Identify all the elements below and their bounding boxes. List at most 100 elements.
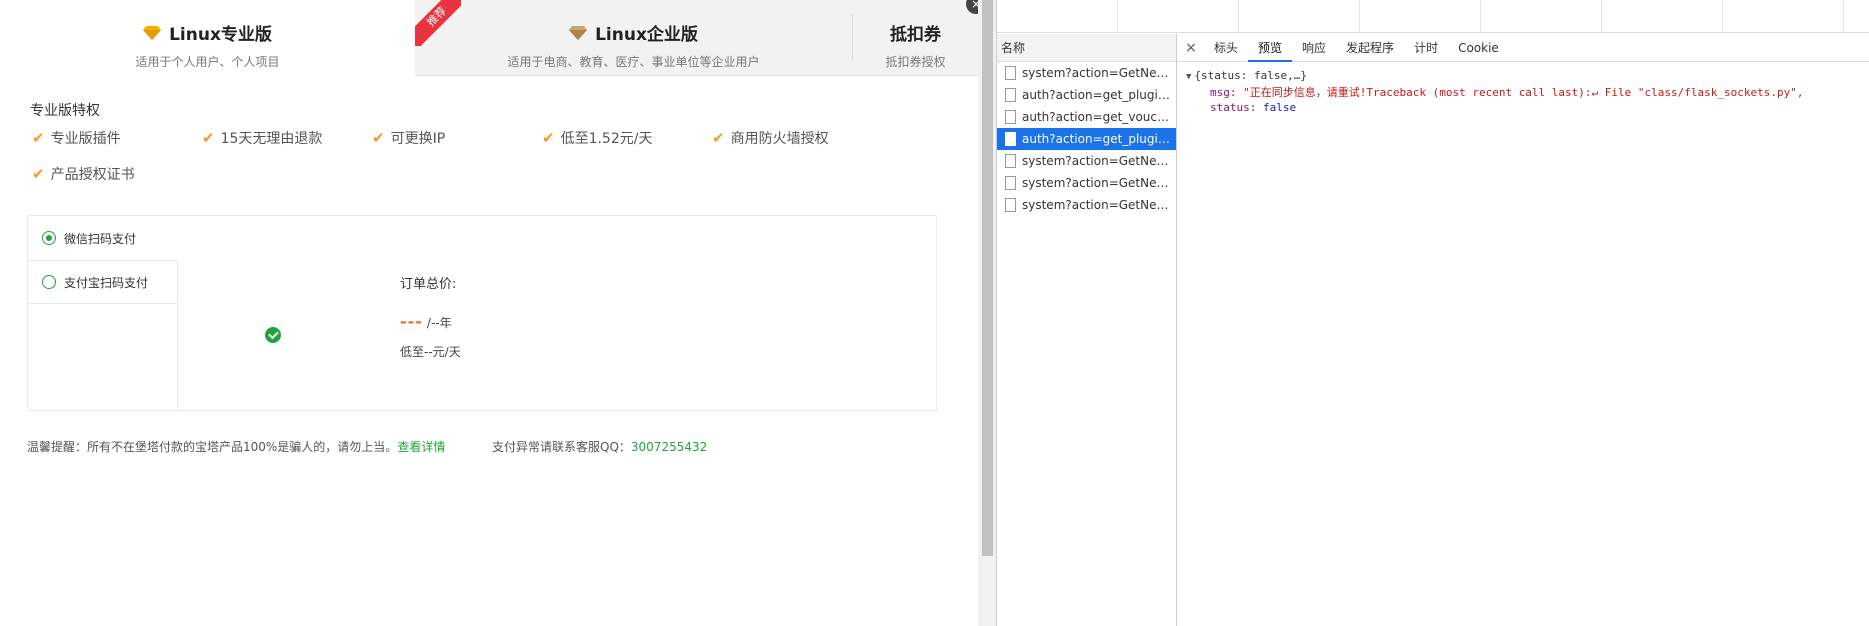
- timeline-gridline: [1117, 0, 1118, 33]
- qr-code-area: [178, 260, 368, 410]
- tab-subtitle: 适用于电商、教育、医疗、事业单位等企业用户: [507, 55, 760, 69]
- tab-response[interactable]: 响应: [1292, 34, 1336, 62]
- json-msg-row: msg: "正在同步信息，请重试!Traceback (most recent …: [1186, 85, 1869, 100]
- json-preview: ▼ {status: false,…} msg: "正在同步信息，请重试!Trac…: [1178, 62, 1869, 115]
- devtools-panel: 名称 system?action=GetNetW... auth?action=…: [996, 0, 1869, 626]
- contact-label: 支付异常请联系客服QQ：: [492, 440, 631, 454]
- payment-option-wechat[interactable]: 微信扫码支付: [28, 216, 936, 260]
- warning-text: 温馨提醒：所有不在堡塔付款的宝塔产品100%是骗人的，请勿上当。: [27, 440, 398, 454]
- timeline-gridline: [1722, 0, 1723, 33]
- contact-qq[interactable]: 3007255432: [631, 440, 707, 454]
- privilege-item: ✔ 低至1.52元/天: [542, 128, 652, 148]
- request-row[interactable]: system?action=GetNetW...: [997, 194, 1176, 216]
- privileges-title: 专业版特权: [30, 103, 100, 119]
- privilege-label: 15天无理由退款: [220, 131, 323, 147]
- privileges-section: 专业版特权 ✔ 专业版插件 ✔ 15天无理由退款 ✔ 可更换IP ✔ 低至1.5…: [30, 100, 930, 208]
- json-status-row: status: false: [1186, 100, 1869, 115]
- check-icon: ✔: [372, 129, 385, 147]
- ribbon-label: 推荐: [415, 0, 461, 46]
- privilege-item: ✔ 商用防火墙授权: [712, 128, 829, 148]
- document-icon: [1005, 132, 1016, 146]
- tab-linux-pro[interactable]: Linux专业版 适用于个人用户、个人项目: [0, 0, 415, 77]
- payment-option-label: 支付宝扫码支付: [64, 275, 149, 290]
- privilege-label: 产品授权证书: [50, 167, 135, 183]
- detail-tabs: × 标头 预览 响应 发起程序 计时 Cookie: [1178, 34, 1869, 62]
- document-icon: [1005, 154, 1016, 168]
- price-per-day: 低至--元/天: [400, 345, 461, 359]
- order-total-label: 订单总价:: [400, 277, 457, 292]
- check-icon: ✔: [32, 129, 45, 147]
- privilege-label: 低至1.52元/天: [560, 131, 653, 147]
- tab-preview[interactable]: 预览: [1248, 34, 1293, 62]
- network-timeline: [997, 0, 1869, 33]
- footer-warning: 温馨提醒：所有不在堡塔付款的宝塔产品100%是骗人的，请勿上当。 查看详情: [27, 438, 445, 455]
- recommend-ribbon: 推荐: [415, 0, 461, 46]
- privilege-label: 商用防火墙授权: [730, 131, 829, 147]
- diamond-icon: [143, 25, 162, 40]
- check-icon: ✔: [32, 165, 45, 183]
- tab-subtitle: 适用于个人用户、个人项目: [135, 55, 280, 69]
- privilege-item: ✔ 产品授权证书: [32, 164, 135, 184]
- expand-triangle-icon[interactable]: ▼: [1186, 72, 1191, 82]
- document-icon: [1005, 110, 1016, 124]
- details-link[interactable]: 查看详情: [397, 438, 445, 455]
- json-key: msg:: [1210, 86, 1237, 99]
- order-summary: 订单总价: --- /--年 低至--元/天: [400, 273, 461, 360]
- check-icon: ✔: [202, 129, 215, 147]
- close-icon[interactable]: ×: [1178, 40, 1204, 56]
- tab-voucher[interactable]: 抵扣券 抵扣券授权: [853, 0, 978, 76]
- column-header-name[interactable]: 名称: [997, 34, 1176, 62]
- tab-title: 抵扣券: [890, 25, 941, 45]
- privilege-label: 专业版插件: [50, 131, 121, 147]
- request-row[interactable]: system?action=GetNetW...: [997, 150, 1176, 172]
- json-root[interactable]: ▼ {status: false,…}: [1186, 68, 1869, 85]
- request-row[interactable]: auth?action=get_vouche...: [997, 106, 1176, 128]
- request-row[interactable]: system?action=GetNetW...: [997, 172, 1176, 194]
- request-row[interactable]: auth?action=get_plugin_...: [997, 84, 1176, 106]
- product-tabs: Linux专业版 适用于个人用户、个人项目 Linux企业版 适用于电商、教育、…: [0, 0, 986, 77]
- radio-unchecked-icon[interactable]: [42, 275, 56, 289]
- order-price: ---: [400, 312, 423, 331]
- tab-initiator[interactable]: 发起程序: [1336, 34, 1404, 62]
- document-icon: [1005, 88, 1016, 102]
- json-key: status:: [1210, 101, 1257, 114]
- privileges-list: ✔ 专业版插件 ✔ 15天无理由退款 ✔ 可更换IP ✔ 低至1.52元/天 ✔…: [30, 128, 930, 208]
- check-icon: ✔: [542, 129, 555, 147]
- privilege-item: ✔ 专业版插件: [32, 128, 121, 148]
- payment-methods: 微信扫码支付 支付宝扫码支付: [28, 216, 178, 410]
- tab-title: Linux专业版: [169, 25, 272, 45]
- payment-methods-filler: [28, 304, 178, 410]
- privilege-item: ✔ 可更换IP: [372, 128, 445, 148]
- check-icon: ✔: [712, 129, 725, 147]
- timeline-gridline: [1843, 0, 1844, 33]
- price-per-year: /--年: [426, 316, 452, 330]
- diamond-icon: [569, 25, 588, 40]
- support-contact: 支付异常请联系客服QQ：3007255432: [492, 438, 707, 455]
- payment-panel: 微信扫码支付 支付宝扫码支付 订单总价: --- /--年 低至--元/天: [27, 215, 937, 411]
- request-detail: × 标头 预览 响应 发起程序 计时 Cookie ▼ {status: fals…: [1178, 34, 1869, 626]
- document-icon: [1005, 66, 1016, 80]
- privilege-label: 可更换IP: [390, 131, 446, 147]
- document-icon: [1005, 176, 1016, 190]
- timeline-gridline: [1601, 0, 1602, 33]
- wechat-icon: [265, 327, 281, 343]
- tab-title: Linux企业版: [595, 25, 698, 45]
- payment-option-alipay[interactable]: 支付宝扫码支付: [28, 260, 178, 304]
- timeline-gridline: [1238, 0, 1239, 33]
- radio-checked-icon[interactable]: [42, 231, 56, 245]
- document-icon: [1005, 198, 1016, 212]
- json-summary: {status: false,…}: [1194, 69, 1308, 82]
- scrollbar-thumb[interactable]: [982, 0, 993, 556]
- purchase-dialog: Linux专业版 适用于个人用户、个人项目 Linux企业版 适用于电商、教育、…: [0, 0, 986, 626]
- request-list: 名称 system?action=GetNetW... auth?action=…: [997, 34, 1177, 626]
- tab-timing[interactable]: 计时: [1404, 34, 1448, 62]
- json-string-value: "正在同步信息，请重试!Traceback (most recent call …: [1243, 86, 1804, 99]
- request-row-selected[interactable]: auth?action=get_plugin_...: [997, 128, 1176, 150]
- tab-linux-enterprise[interactable]: Linux企业版 适用于电商、教育、医疗、事业单位等企业用户: [415, 0, 852, 76]
- tab-headers[interactable]: 标头: [1204, 34, 1248, 62]
- payment-option-label: 微信扫码支付: [64, 231, 137, 246]
- request-row[interactable]: system?action=GetNetW...: [997, 62, 1176, 84]
- privilege-item: ✔ 15天无理由退款: [202, 128, 322, 148]
- tab-subtitle: 抵扣券授权: [885, 55, 946, 69]
- tab-cookie[interactable]: Cookie: [1448, 34, 1509, 62]
